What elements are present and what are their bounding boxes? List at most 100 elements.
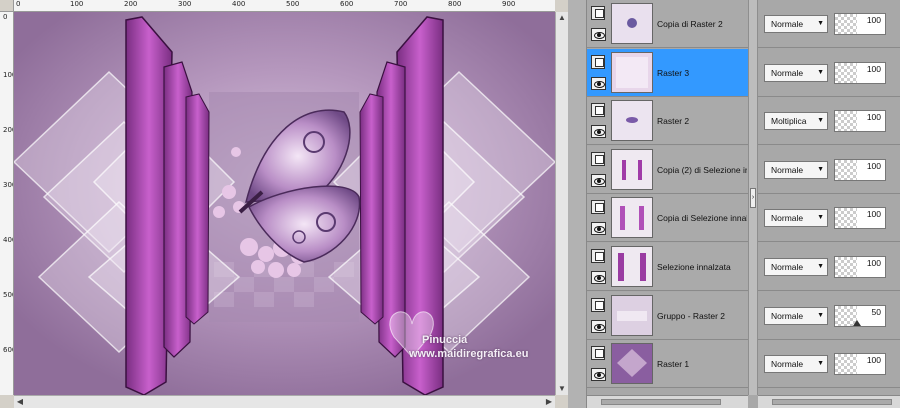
layer-name[interactable]: Copia di Raster 2 [657,19,747,29]
chevron-down-icon: ▼ [817,69,824,76]
scroll-thumb[interactable] [601,399,721,405]
layer-thumbnail[interactable] [611,343,653,384]
layer-type-icon[interactable] [591,200,605,214]
ruler-label: 100 [70,0,84,8]
blend-mode-value: Normale [771,19,804,29]
opacity-checker-swatch [835,160,857,180]
chevron-down-icon: ▼ [817,117,824,124]
layer-row[interactable]: Copia di Raster 2 [587,0,748,48]
ruler-label: 600 [340,0,354,8]
ruler-label: 500 [286,0,300,8]
opacity-marker-icon[interactable] [853,320,861,326]
layer-thumbnail[interactable] [611,52,653,93]
layer-icons [591,298,607,334]
layer-name[interactable]: Raster 1 [657,359,747,369]
blend-mode-select[interactable]: Normale ▼ [764,161,828,179]
layer-row[interactable]: Copia (2) di Selezione in [587,146,748,194]
ruler-label: 900 [502,0,516,8]
layer-type-icon[interactable] [591,249,605,263]
scroll-thumb[interactable] [772,399,892,405]
layers-name-scrollbar[interactable] [587,395,748,408]
layer-row[interactable]: Gruppo - Raster 2 [587,292,748,340]
layer-thumbnail[interactable] [611,197,653,238]
blend-mode-value: Normale [771,262,804,272]
opacity-slider[interactable]: 100 [834,256,886,278]
image-canvas-window: 0 100 200 300 400 500 600 700 800 900 0 … [0,0,568,408]
scroll-right-icon[interactable]: ▶ [543,396,555,408]
visibility-eye-icon[interactable] [591,222,606,235]
blend-mode-select[interactable]: Normale ▼ [764,307,828,325]
layer-thumbnail[interactable] [611,3,653,44]
opacity-slider[interactable]: 50 [834,305,886,327]
scroll-down-icon[interactable]: ▼ [556,383,568,395]
layer-name[interactable]: Raster 2 [657,116,747,126]
visibility-eye-icon[interactable] [591,320,606,333]
layer-type-icon[interactable] [591,152,605,166]
opacity-slider[interactable]: 100 [834,13,886,35]
visibility-eye-icon[interactable] [591,368,606,381]
opacity-checker-swatch [835,354,857,374]
opacity-value: 100 [866,258,881,268]
artwork [14,12,555,395]
layer-type-icon[interactable] [591,298,605,312]
layer-thumbnail[interactable] [611,100,653,141]
blend-mode-select[interactable]: Moltiplica ▼ [764,112,828,130]
layer-name[interactable]: Copia (2) di Selezione in [657,165,747,175]
layer-name[interactable]: Copia di Selezione innal [657,213,747,223]
layer-type-icon[interactable] [591,6,605,20]
opacity-slider[interactable]: 100 [834,110,886,132]
ruler-label: 100 [3,71,13,79]
layer-properties-row: Normale ▼ 100 [758,243,900,291]
opacity-value: 50 [871,307,881,317]
blend-mode-select[interactable]: Normale ▼ [764,258,828,276]
layer-type-icon[interactable] [591,346,605,360]
chevron-down-icon: ▼ [817,214,824,221]
blend-mode-value: Normale [771,359,804,369]
layer-row[interactable]: Raster 1 [587,340,748,388]
visibility-eye-icon[interactable] [591,174,606,187]
layer-row[interactable]: Selezione innalzata [587,243,748,291]
layer-name[interactable]: Selezione innalzata [657,262,747,272]
visibility-eye-icon[interactable] [591,125,606,138]
layer-name[interactable]: Gruppo - Raster 2 [657,311,747,321]
opacity-checker-swatch [835,14,857,34]
watermark-name: Pinuccia [422,334,468,346]
layer-type-icon[interactable] [591,55,605,69]
visibility-eye-icon[interactable] [591,271,606,284]
layer-thumbnail[interactable] [611,295,653,336]
layer-row[interactable]: Raster 2 [587,97,748,145]
splitter-grip-icon[interactable]: › [750,188,756,208]
layer-type-icon[interactable] [591,103,605,117]
canvas-horizontal-scrollbar[interactable]: ◀ ▶ [14,395,555,408]
layer-icons [591,103,607,139]
opacity-slider[interactable]: 100 [834,159,886,181]
layer-properties-row: Normale ▼ 50 [758,292,900,340]
opacity-checker-swatch [835,111,857,131]
opacity-slider[interactable]: 100 [834,207,886,229]
scroll-left-icon[interactable]: ◀ [14,396,26,408]
ruler-label: 200 [124,0,138,8]
blend-mode-select[interactable]: Normale ▼ [764,209,828,227]
layer-row[interactable]: Copia di Selezione innal [587,194,748,242]
visibility-eye-icon[interactable] [591,28,606,41]
layer-thumbnail[interactable] [611,149,653,190]
ruler-label: 700 [394,0,408,8]
layer-thumbnail[interactable] [611,246,653,287]
canvas-vertical-scrollbar[interactable]: ▲ ▼ [555,12,568,395]
visibility-eye-icon[interactable] [591,77,606,90]
opacity-value: 100 [866,112,881,122]
blend-mode-select[interactable]: Normale ▼ [764,15,828,33]
opacity-slider[interactable]: 100 [834,353,886,375]
layer-icons [591,346,607,382]
opacity-slider[interactable]: 100 [834,62,886,84]
ruler-label: 800 [448,0,462,8]
blend-mode-value: Normale [771,311,804,321]
image-canvas[interactable]: Pinuccia www.maidiregrafica.eu [14,12,555,395]
watermark-site: www.maidiregrafica.eu [409,348,529,360]
layer-row[interactable]: Raster 3 [587,49,748,97]
scroll-up-icon[interactable]: ▲ [556,12,568,24]
layers-props-scrollbar[interactable] [758,395,900,408]
blend-mode-select[interactable]: Normale ▼ [764,64,828,82]
layer-name[interactable]: Raster 3 [657,68,747,78]
blend-mode-select[interactable]: Normale ▼ [764,355,828,373]
